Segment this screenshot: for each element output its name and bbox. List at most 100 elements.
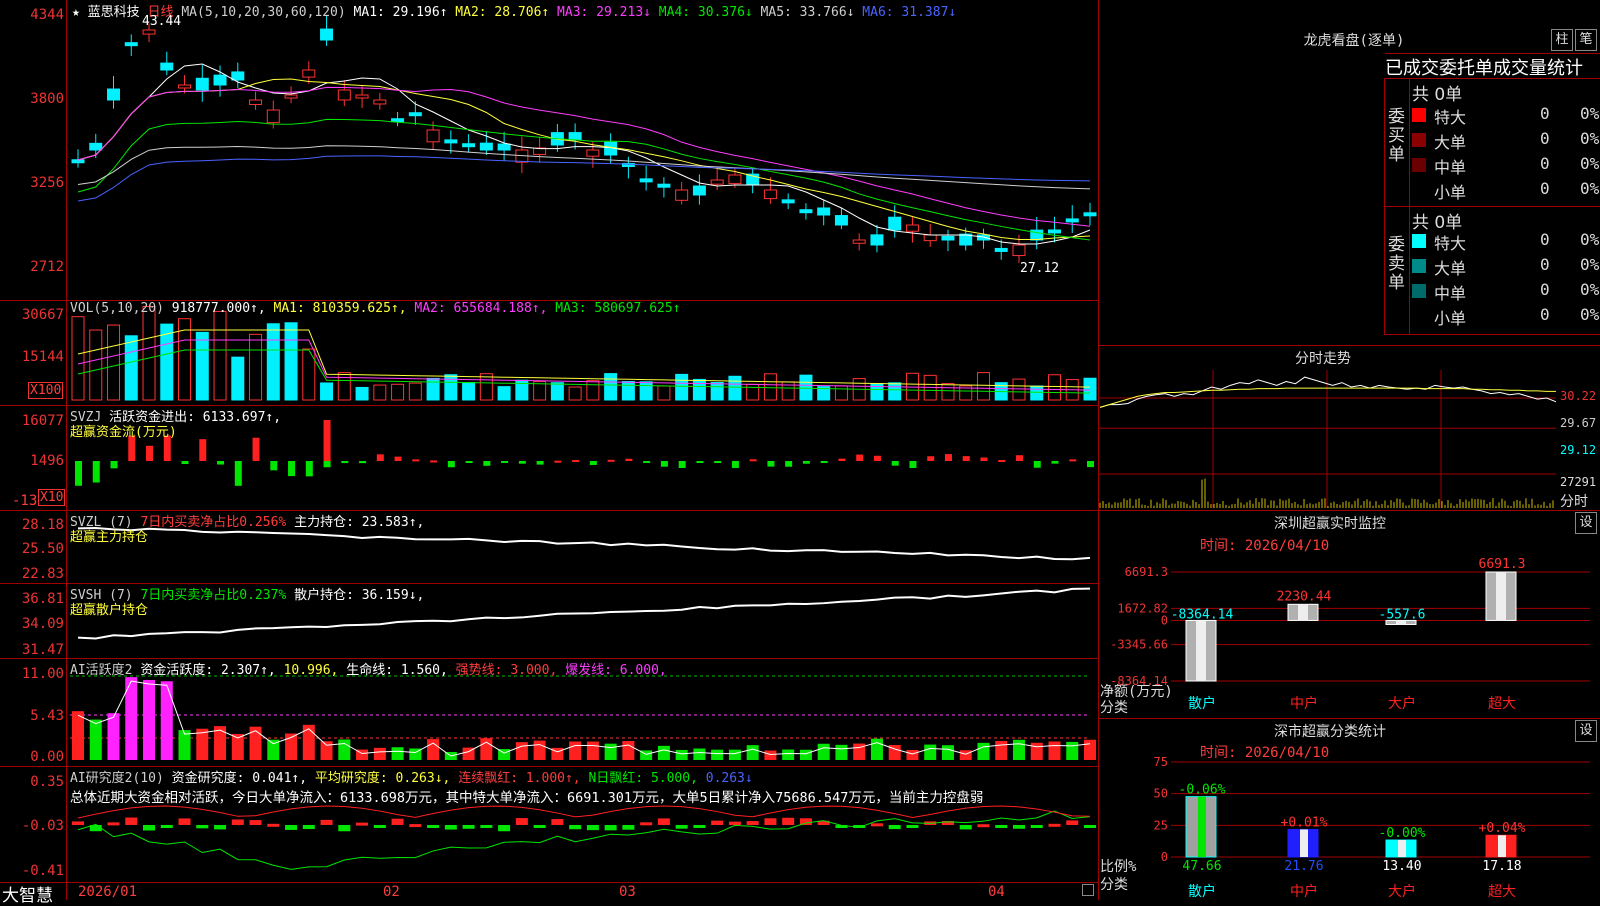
research-bar [515,818,528,825]
volume-bar [550,382,564,401]
activity-bar [959,750,972,760]
lock-icon[interactable] [1082,884,1094,896]
candle [639,178,653,183]
research-line [77,810,1091,870]
candle [479,142,493,151]
main-header: ★ 蓝思科技 日线 MA(5,10,20,30,60,120) MA1: 29.… [72,1,956,20]
row-pct: 0% [1580,104,1600,123]
bar-value-label: 6691.3 [1479,557,1526,572]
research-bar [356,822,369,826]
research-bar [462,825,475,829]
fund-flow-bar [607,459,615,462]
bar-value-label: 2230.44 [1277,589,1332,604]
candle [692,185,706,196]
research-bar [675,825,688,829]
volume-bar [337,372,351,401]
row-pct: 0% [1580,280,1600,299]
volume-bar [142,305,156,401]
research-bar [107,822,120,826]
svzj-tick: 16077 [21,413,64,429]
intraday-vol-max: 27291 [1560,475,1597,489]
axis-tick: 6691.3 [1125,565,1168,579]
candle [391,118,405,123]
activity-bar [746,745,759,760]
activity-bar [1012,739,1025,760]
tick-mode-button[interactable]: 笔 [1575,29,1597,51]
buy-row: 特大 0 0% [1412,104,1600,128]
svsh-tick: 31.47 [21,642,64,658]
bar-mode-button[interactable]: 柱 [1551,29,1573,51]
stock-name[interactable]: 蓝思科技 [88,5,140,20]
ai1-burst: 爆发线: 6.000, [565,663,667,678]
fund-flow-bar [838,458,846,461]
ai1-tick: 0.00 [30,749,64,765]
volume-bar [710,381,724,401]
fund-flow-bar [483,461,491,466]
ma5-value: MA5: 33.766↓ [760,5,855,20]
research-bar [1030,825,1043,828]
candle [1047,229,1061,234]
monitor-settings-button[interactable]: 设 [1575,512,1597,534]
fund-flow-bar [660,461,668,467]
ma-line [77,155,1091,202]
activity-bar [586,741,599,760]
row-pct: 0% [1580,154,1600,173]
fund-flow-bar [110,461,118,469]
candle [905,224,919,232]
fund-flow-bar [181,461,189,465]
volume-bar [479,373,493,401]
vol-ma1: MA1: 810359.625↑, [273,301,407,316]
fund-flow-bar [944,454,952,461]
volume-bar [976,372,990,401]
fund-flow-bar [625,458,633,461]
price-tick: 3800 [30,91,64,107]
bar-value-label: 47.66 [1182,859,1221,874]
candle [426,129,440,143]
activity-bar [693,748,706,760]
candle [1083,212,1097,217]
fund-flow-bar [146,445,154,461]
candle [852,239,866,244]
research-bar [302,825,315,830]
activity-bar [480,738,493,760]
row-count: 0 [1540,280,1550,299]
favorite-star-icon[interactable]: ★ [72,5,80,20]
ai2-avg: 平均研究度: 0.263↓, [314,771,451,786]
volume-bar [249,333,263,401]
classify-settings-button[interactable]: 设 [1575,720,1597,742]
candle [888,216,902,231]
volume-bar [657,385,671,401]
row-pct: 0% [1580,255,1600,274]
volume-bar [266,323,280,401]
category-label: 超大 [1488,696,1516,712]
stats-tab-label[interactable]: 已成交委托单成交量统计 [1385,53,1600,79]
volume-ma-line [77,349,1091,394]
svzj-tick: 1496 [30,453,64,469]
research-bar [764,818,777,825]
research-bar [178,818,191,825]
vol-ma2: MA2: 655684.188↑, [414,301,548,316]
activity-bar [249,726,262,760]
kline-chart-canvas[interactable]: 6691.31672.820-3345.66-8364.14-8364.14散户… [0,0,1600,900]
category-label: 大户 [1388,695,1416,712]
color-swatch [1412,133,1426,147]
research-bar [586,825,599,831]
candle [994,247,1008,252]
vol-value: 918777.000↑, [171,301,266,316]
volume-bar [391,383,405,401]
fund-flow-bar [501,461,509,463]
bar-value-label: 21.76 [1284,859,1323,874]
bar-highlight [1496,572,1506,621]
volume-bar [462,381,476,401]
row-count: 0 [1540,154,1550,173]
research-bar [569,825,582,830]
row-name: 小单 [1434,309,1467,328]
category-label: 散户 [1188,695,1216,712]
row-name: 特大 [1434,108,1467,127]
ai1-title: AI活跃度2 [70,663,133,678]
price-tick: 4344 [30,7,64,23]
fund-flow-bar [75,461,82,486]
volume-bar [408,382,422,401]
date-label: 03 [619,884,636,900]
row-name: 特大 [1434,234,1467,253]
